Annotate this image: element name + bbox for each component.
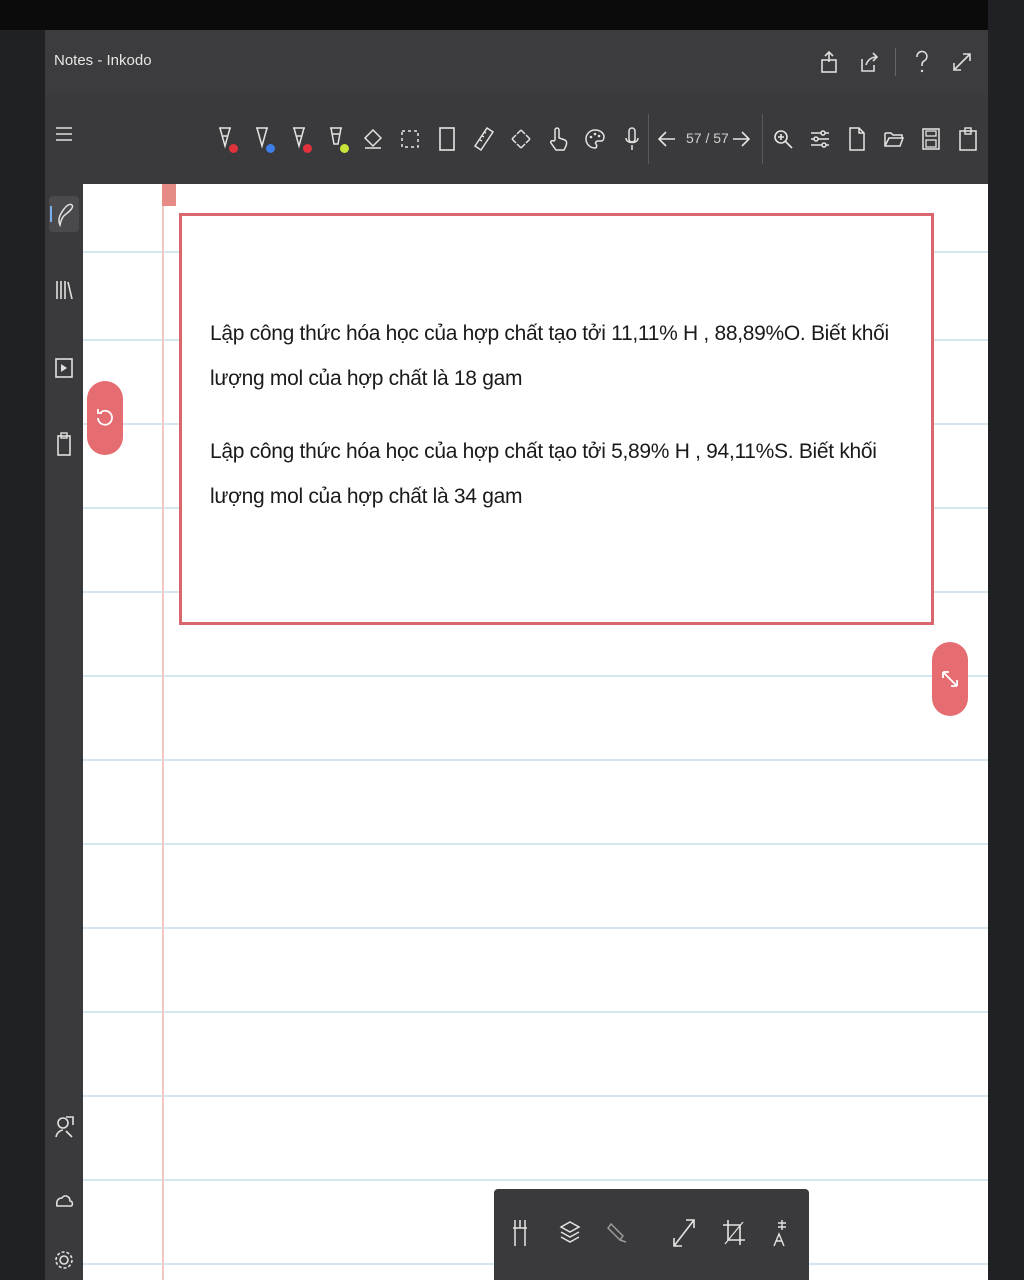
app-window: Notes - Inkodo 57 / 57 Lập công thức hóa… xyxy=(45,30,988,1280)
selection-toolbar xyxy=(494,1189,809,1280)
move-icon[interactable] xyxy=(503,121,539,157)
lasso-select-icon[interactable] xyxy=(392,121,428,157)
pen-red-icon[interactable] xyxy=(207,121,243,157)
clipboard-icon[interactable] xyxy=(49,426,79,462)
ruler-icon[interactable] xyxy=(466,121,502,157)
adjust-icon[interactable] xyxy=(802,121,838,157)
resize-icon xyxy=(942,671,958,687)
drawing-toolbar: 57 / 57 xyxy=(83,94,988,184)
tools-icon[interactable] xyxy=(500,1213,540,1253)
left-bezel xyxy=(0,30,45,1280)
pen-blue-icon[interactable] xyxy=(244,121,280,157)
page-margin-line xyxy=(162,184,164,1280)
previous-page-icon[interactable] xyxy=(649,121,685,157)
resize-diagonal-icon[interactable] xyxy=(664,1213,704,1253)
ink-pen-icon[interactable] xyxy=(49,196,79,232)
rotate-handle[interactable] xyxy=(87,381,123,455)
title-separator xyxy=(895,48,896,76)
zoom-icon[interactable] xyxy=(765,121,801,157)
device-top-bezel xyxy=(0,0,1024,30)
shape-rectangle-icon[interactable] xyxy=(429,121,465,157)
resize-handle[interactable] xyxy=(932,642,968,716)
export-icon[interactable] xyxy=(849,44,889,80)
media-icon[interactable] xyxy=(49,350,79,386)
selected-content-box[interactable]: Lập công thức hóa học của hợp chất tạo t… xyxy=(179,213,934,625)
touch-icon[interactable] xyxy=(540,121,576,157)
new-page-icon[interactable] xyxy=(839,121,875,157)
rotate-icon xyxy=(97,409,113,426)
open-folder-icon[interactable] xyxy=(876,121,912,157)
cloud-icon[interactable] xyxy=(49,1182,79,1218)
pen-color-dot xyxy=(266,144,275,153)
palette-icon[interactable] xyxy=(577,121,613,157)
contacts-icon[interactable] xyxy=(49,1108,79,1144)
toolbar-separator xyxy=(762,114,763,164)
fullscreen-icon[interactable] xyxy=(942,44,982,80)
microphone-icon[interactable] xyxy=(614,121,650,157)
left-navigation-rail xyxy=(45,94,83,1280)
window-title: Notes - Inkodo xyxy=(54,52,152,69)
title-bar: Notes - Inkodo xyxy=(45,30,988,94)
question-paragraph-2: Lập công thức hóa học của hợp chất tạo t… xyxy=(210,440,877,508)
pen-color-dot xyxy=(340,144,349,153)
share-icon[interactable] xyxy=(809,44,849,80)
pen-color-dot xyxy=(303,144,312,153)
menu-icon[interactable] xyxy=(49,116,79,152)
settings-icon[interactable] xyxy=(49,1242,79,1278)
library-icon[interactable] xyxy=(49,272,79,308)
pen-red-2-icon[interactable] xyxy=(281,121,317,157)
page-margin-tab xyxy=(162,184,176,206)
crop-icon[interactable] xyxy=(714,1213,754,1253)
pen-color-dot xyxy=(229,144,238,153)
eraser-icon[interactable] xyxy=(355,121,391,157)
right-bezel xyxy=(988,0,1024,1280)
question-paragraph-1: Lập công thức hóa học của hợp chất tạo t… xyxy=(210,322,889,390)
highlighter-icon[interactable] xyxy=(318,121,354,157)
notebook-page[interactable]: Lập công thức hóa học của hợp chất tạo t… xyxy=(83,184,988,1280)
text-convert-icon[interactable] xyxy=(762,1213,802,1253)
ink-edit-icon[interactable] xyxy=(598,1213,638,1253)
next-page-icon[interactable] xyxy=(723,121,759,157)
layers-icon[interactable] xyxy=(550,1213,590,1253)
paste-icon[interactable] xyxy=(950,121,986,157)
title-bar-actions xyxy=(809,44,982,80)
save-icon[interactable] xyxy=(913,121,949,157)
help-icon[interactable] xyxy=(902,44,942,80)
